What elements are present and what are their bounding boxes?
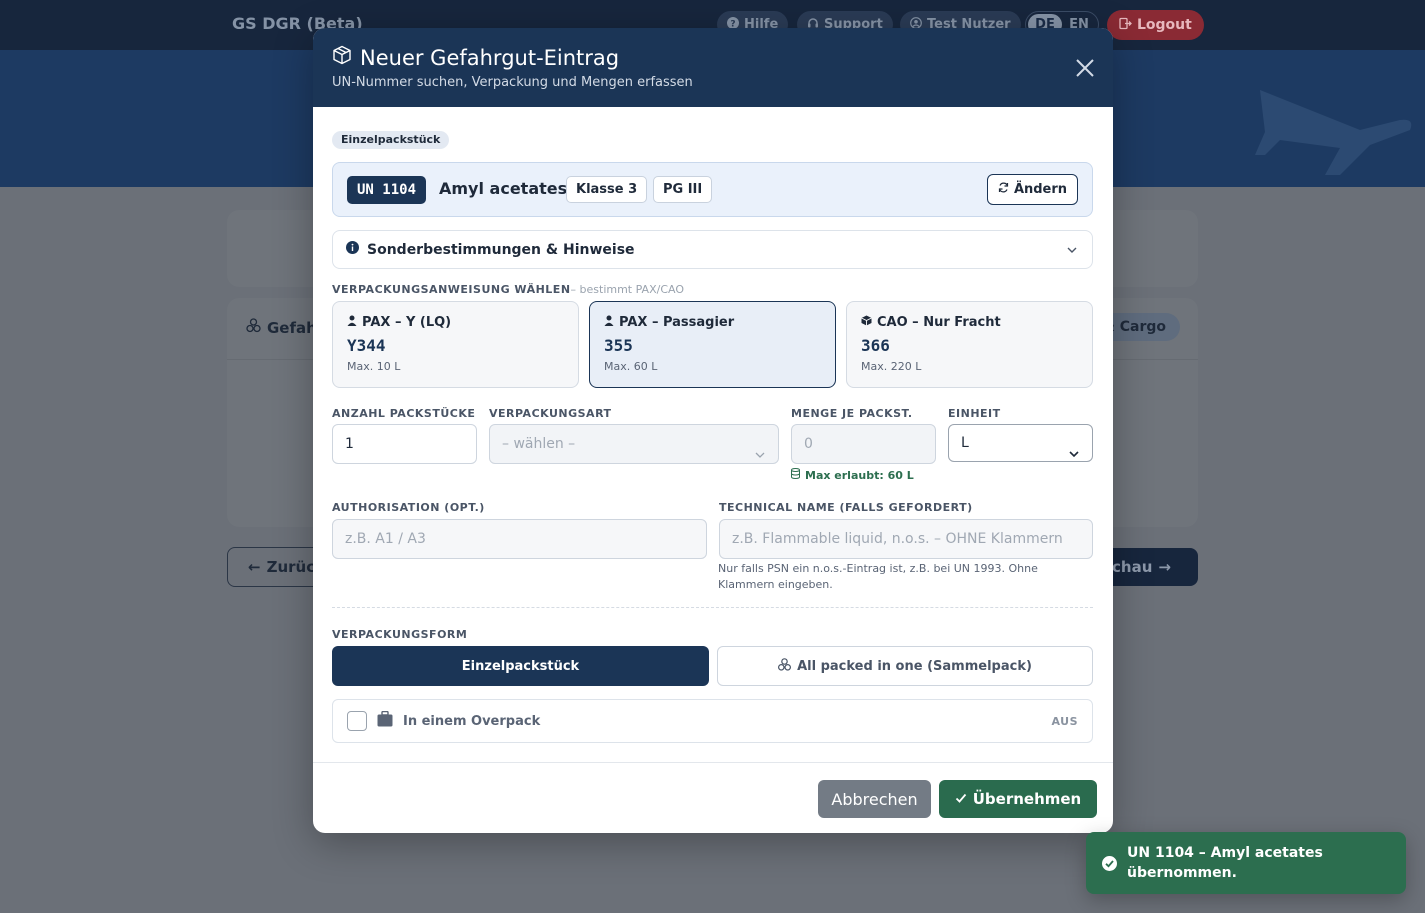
pi-option-code: Y344 xyxy=(347,336,386,355)
check-icon xyxy=(955,790,967,808)
packing-instruction-label: Verpackungsanweisung wählen– bestimmt PA… xyxy=(332,283,684,296)
preview-button[interactable]: chau → xyxy=(1100,548,1198,586)
special-provisions-accordion[interactable]: Sonderbestimmungen & Hinweise xyxy=(332,230,1093,269)
goods-card-title: Gefah xyxy=(246,318,317,337)
check-circle-icon xyxy=(1102,855,1117,871)
authorisation-label: Authorisation (opt.) xyxy=(332,501,485,514)
new-entry-modal: Neuer Gefahrgut-Eintrag UN-Nummer suchen… xyxy=(313,28,1113,833)
back-button[interactable]: ← Zurüc xyxy=(227,547,327,587)
packing-instruction-hint: – bestimmt PAX/CAO xyxy=(570,283,684,296)
pi-option-title-text: PAX – Y (LQ) xyxy=(362,315,452,330)
unit-select[interactable]: L xyxy=(948,424,1093,462)
modal-header: Neuer Gefahrgut-Eintrag UN-Nummer suchen… xyxy=(313,28,1113,107)
logout-label: Logout xyxy=(1137,17,1192,33)
overpack-label: In einem Overpack xyxy=(403,713,541,729)
chevron-down-icon xyxy=(1068,438,1080,458)
goods-card-title-text: Gefah xyxy=(267,318,317,337)
all-packed-in-one-button[interactable]: All packed in one (Sammelpack) xyxy=(717,646,1093,686)
change-un-label: Ändern xyxy=(1013,182,1068,197)
unit-value: L xyxy=(961,435,969,451)
confirm-button[interactable]: Übernehmen xyxy=(939,780,1097,818)
selected-un-panel: UN 1104 Amyl acetates Klasse 3 PG III Än… xyxy=(332,162,1093,217)
quantity-label: Menge je Packst. xyxy=(791,407,913,420)
pi-option-code: 366 xyxy=(861,336,890,355)
technical-name-label: Technical Name (falls gefordert) xyxy=(719,501,973,514)
divider xyxy=(332,607,1093,608)
all-packed-in-one-label: All packed in one (Sammelpack) xyxy=(797,658,1032,674)
database-icon xyxy=(791,468,800,482)
hazard-icon xyxy=(246,318,261,337)
pi-option-pax[interactable]: PAX – Passagier 355 Max. 60 L xyxy=(589,301,836,388)
pi-option-title-text: CAO – Nur Fracht xyxy=(877,315,1001,330)
box-icon xyxy=(861,315,872,330)
airplane-icon xyxy=(1255,90,1412,175)
pi-option-cao[interactable]: CAO – Nur Fracht 366 Max. 220 L xyxy=(846,301,1093,388)
modal-subtitle: UN-Nummer suchen, Verpackung und Mengen … xyxy=(332,75,693,90)
un-name: Amyl acetates xyxy=(439,179,568,198)
close-icon[interactable] xyxy=(1071,54,1099,82)
max-allowed-text: Max erlaubt: 60 L xyxy=(805,468,914,482)
pi-option-title-text: PAX – Passagier xyxy=(619,315,735,330)
success-toast: UN 1104 – Amyl acetates übernommen. xyxy=(1086,832,1406,894)
modal-title-text: Neuer Gefahrgut-Eintrag xyxy=(360,45,620,70)
boxes-icon xyxy=(778,657,792,675)
special-provisions-label: Sonderbestimmungen & Hinweise xyxy=(367,241,635,258)
chevron-down-icon xyxy=(754,438,766,458)
class-chip: Klasse 3 xyxy=(566,176,648,203)
overpack-checkbox[interactable] xyxy=(347,711,367,731)
pi-option-max: Max. 60 L xyxy=(604,360,658,373)
confirm-label: Übernehmen xyxy=(972,790,1082,808)
logout-button[interactable]: Logout xyxy=(1107,10,1204,40)
pi-option-title: PAX – Y (LQ) xyxy=(347,315,451,330)
mode-tag: Einzelpackstück xyxy=(332,131,450,149)
logout-icon xyxy=(1119,17,1132,34)
package-type-label: Verpackungsart xyxy=(489,407,612,420)
overpack-state: AUS xyxy=(1051,714,1078,728)
unit-label: Einheit xyxy=(948,407,1001,420)
modal-title: Neuer Gefahrgut-Eintrag xyxy=(332,45,619,70)
change-un-button[interactable]: Ändern xyxy=(987,174,1078,205)
modal-footer: Abbrechen Übernehmen xyxy=(313,762,1113,833)
toast-message: UN 1104 – Amyl acetates übernommen. xyxy=(1127,845,1323,881)
pi-option-max: Max. 10 L xyxy=(347,360,401,373)
technical-name-input[interactable]: z.B. Flammable liquid, n.o.s. – OHNE Kla… xyxy=(719,519,1093,559)
info-icon xyxy=(346,241,359,258)
overpack-row[interactable]: In einem Overpack AUS xyxy=(332,699,1093,743)
arrow-right-icon: → xyxy=(1158,558,1171,576)
authorisation-input[interactable]: z.B. A1 / A3 xyxy=(332,519,707,559)
package-type-select[interactable]: – wählen – xyxy=(489,424,779,464)
pi-option-title: PAX – Passagier xyxy=(604,315,734,330)
single-package-button[interactable]: Einzelpackstück xyxy=(332,646,709,686)
technical-name-help: Nur falls PSN ein n.o.s.-Eintrag ist, z.… xyxy=(718,562,1038,591)
person-icon xyxy=(604,315,614,330)
arrow-left-icon: ← xyxy=(248,558,261,576)
cancel-button[interactable]: Abbrechen xyxy=(818,780,931,818)
un-number-badge: UN 1104 xyxy=(347,176,427,204)
package-icon xyxy=(332,45,352,70)
max-allowed-hint: Max erlaubt: 60 L xyxy=(791,468,914,482)
packing-group-chip: PG III xyxy=(653,176,713,203)
package-count-input[interactable]: 1 xyxy=(332,424,477,464)
pi-option-pax-lq[interactable]: PAX – Y (LQ) Y344 Max. 10 L xyxy=(332,301,579,388)
refresh-icon xyxy=(998,182,1009,197)
briefcase-icon xyxy=(377,710,393,731)
person-icon xyxy=(347,315,357,330)
pi-option-code: 355 xyxy=(604,336,633,355)
quantity-input[interactable]: 0 xyxy=(791,424,936,464)
chevron-down-icon xyxy=(1065,243,1079,257)
packing-form-label: Verpackungsform xyxy=(332,628,468,641)
pi-option-title: CAO – Nur Fracht xyxy=(861,315,1001,330)
preview-label: chau xyxy=(1112,558,1153,576)
count-label: Anzahl Packstücke xyxy=(332,407,476,420)
packing-instruction-label-text: Verpackungsanweisung wählen xyxy=(332,283,571,296)
pi-option-max: Max. 220 L xyxy=(861,360,922,373)
back-label: Zurüc xyxy=(266,558,316,576)
package-type-placeholder: – wählen – xyxy=(502,436,576,452)
